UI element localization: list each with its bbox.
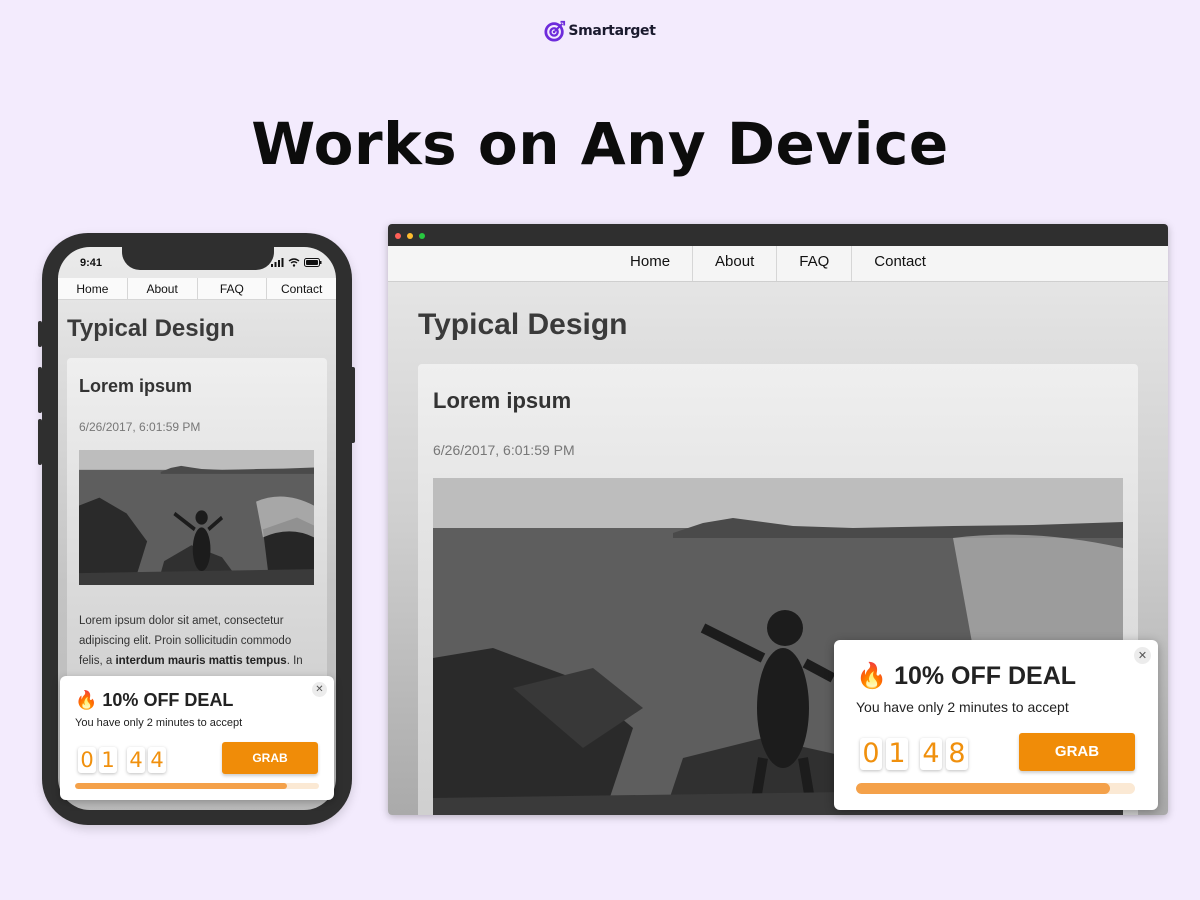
browser-title-bar [388, 224, 1168, 246]
countdown-digit: 8 [946, 738, 968, 770]
countdown-digit: 1 [886, 738, 908, 770]
page-title: Typical Design [67, 315, 235, 342]
popup-title: 🔥 10% OFF DEAL [856, 662, 1077, 690]
popup-title: 🔥 10% OFF DEAL [75, 690, 234, 710]
article-title: Lorem ipsum [433, 388, 572, 413]
desktop-deal-popup: ✕ 🔥 10% OFF DEAL You have only 2 minutes… [834, 640, 1158, 810]
nav-home[interactable]: Home [58, 278, 128, 299]
nav-faq[interactable]: FAQ [777, 246, 853, 281]
page-title: Typical Design [418, 308, 628, 341]
article-body-bold: interdum mauris mattis tempus [115, 655, 287, 667]
desktop-nav-bar: Home About FAQ Contact [388, 246, 1168, 282]
phone-nav-bar: Home About FAQ Contact [58, 278, 336, 300]
close-window-dot[interactable] [395, 233, 401, 239]
countdown-digit: 0 [78, 747, 96, 773]
maximize-window-dot[interactable] [419, 233, 425, 239]
nav-faq[interactable]: FAQ [198, 278, 268, 299]
close-icon[interactable]: ✕ [312, 682, 327, 697]
countdown-progress [75, 783, 319, 789]
phone-deal-popup: ✕ 🔥 10% OFF DEAL You have only 2 minutes… [60, 676, 334, 800]
brand-logo: Smartarget [0, 20, 1200, 42]
countdown-timer: 0 1 4 8 [860, 738, 968, 770]
brand-name: Smartarget [568, 23, 656, 39]
target-icon [544, 20, 566, 42]
article-date: 6/26/2017, 6:01:59 PM [79, 420, 201, 434]
countdown-digit: 0 [860, 738, 882, 770]
popup-subtitle: You have only 2 minutes to accept [856, 699, 1069, 715]
signal-icon [271, 258, 284, 267]
countdown-digit: 4 [148, 747, 166, 773]
countdown-progress-fill [856, 783, 1110, 794]
countdown-progress [856, 783, 1135, 794]
phone-notch [122, 247, 274, 270]
countdown-digit: 4 [127, 747, 145, 773]
wifi-icon [288, 258, 300, 267]
status-time: 9:41 [80, 257, 103, 269]
nav-home[interactable]: Home [608, 246, 694, 281]
popup-subtitle: You have only 2 minutes to accept [75, 717, 243, 729]
nav-about[interactable]: About [128, 278, 198, 299]
page-headline: Works on Any Device [251, 110, 949, 178]
phone-volume-up-button [38, 367, 42, 413]
phone-mute-button [38, 321, 42, 347]
status-icons [271, 258, 322, 267]
countdown-progress-fill [75, 783, 288, 789]
battery-icon [304, 258, 322, 267]
grab-button[interactable]: GRAB [222, 742, 318, 774]
nav-contact[interactable]: Contact [852, 246, 948, 281]
phone-volume-down-button [38, 419, 42, 465]
article-title: Lorem ipsum [79, 376, 193, 396]
article-date: 6/26/2017, 6:01:59 PM [433, 442, 575, 458]
nav-about[interactable]: About [693, 246, 778, 281]
phone-power-button [350, 367, 355, 443]
nav-contact[interactable]: Contact [267, 278, 336, 299]
countdown-timer: 0 1 4 4 [78, 747, 166, 773]
countdown-digit: 1 [99, 747, 117, 773]
close-icon[interactable]: ✕ [1134, 647, 1151, 664]
countdown-digit: 4 [920, 738, 942, 770]
article-body-tail: . In [286, 655, 303, 667]
article-body: Lorem ipsum dolor sit amet, consectetur … [79, 611, 317, 671]
grab-button[interactable]: GRAB [1019, 733, 1135, 771]
minimize-window-dot[interactable] [407, 233, 413, 239]
article-photo [79, 450, 314, 585]
